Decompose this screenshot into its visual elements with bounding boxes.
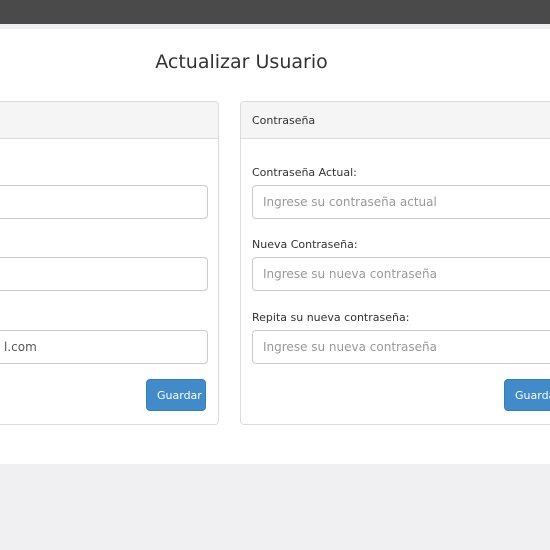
new-password-input[interactable]: Ingrese su nueva contraseña	[252, 257, 550, 291]
current-password-label: Contraseña Actual:	[252, 166, 357, 179]
save-password-button[interactable]: Guardar	[504, 379, 550, 411]
top-navbar	[0, 0, 550, 24]
password-panel-heading: Contraseña	[241, 102, 550, 139]
save-user-button[interactable]: Guardar	[146, 379, 206, 411]
page-title: Actualizar Usuario	[155, 51, 328, 73]
current-password-input[interactable]: Ingrese su contraseña actual	[252, 185, 550, 219]
main-content: Actualizar Usuario l.com Guardar Contras…	[0, 29, 550, 464]
repeat-password-label: Repita su nueva contraseña:	[252, 311, 410, 324]
user-field-2[interactable]	[0, 257, 208, 291]
panel-heading	[0, 102, 218, 139]
password-panel: Contraseña Contraseña Actual: Ingrese su…	[240, 101, 550, 425]
user-field-1[interactable]	[0, 185, 208, 219]
user-info-panel: l.com Guardar	[0, 101, 219, 425]
new-password-label: Nueva Contraseña:	[252, 238, 358, 251]
repeat-password-input[interactable]: Ingrese su nueva contraseña	[252, 330, 550, 364]
email-field[interactable]: l.com	[0, 330, 208, 364]
